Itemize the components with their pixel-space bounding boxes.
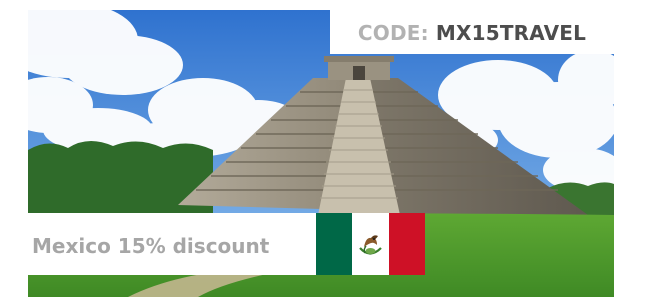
discount-bar: Mexico 15% discount <box>28 213 425 275</box>
mexico-flag-icon <box>316 213 425 275</box>
promo-code-label: CODE: <box>357 21 429 45</box>
promo-code-value: MX15TRAVEL <box>435 21 587 45</box>
promo-code-box: CODE: MX15TRAVEL <box>330 10 614 54</box>
promo-banner[interactable]: CODE: MX15TRAVEL Mexico 15% discount <box>0 0 656 297</box>
discount-label: Mexico 15% discount <box>28 213 316 275</box>
